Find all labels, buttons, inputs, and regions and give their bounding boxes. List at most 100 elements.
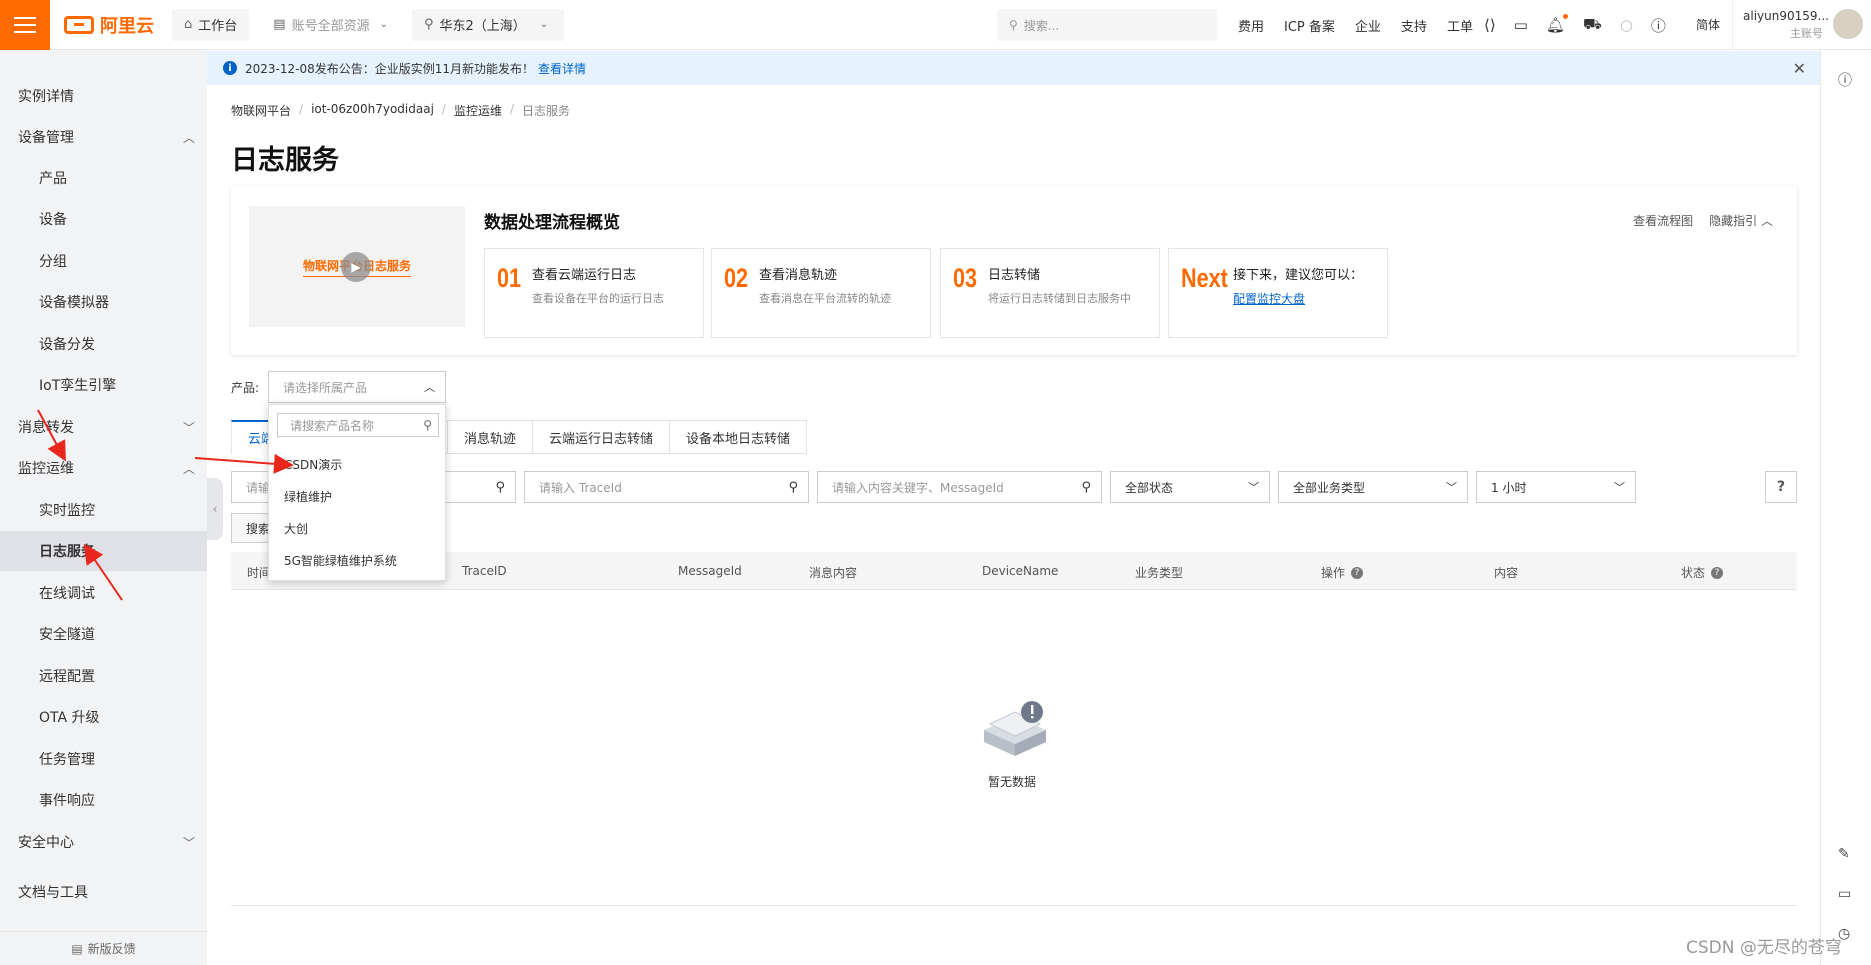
breadcrumb-item[interactable]: 物联网平台 <box>231 102 291 119</box>
code-icon[interactable]: ⟨⟩ <box>1484 16 1496 34</box>
bell-icon[interactable]: 🔔︎ <box>1546 14 1569 34</box>
sidebar-item-docs-tools[interactable]: 文档与工具 <box>0 872 207 912</box>
sidebar-item-device-distribution[interactable]: 设备分发 <box>0 324 207 364</box>
workbench-button[interactable]: ⌂ 工作台 <box>172 8 250 41</box>
play-icon[interactable]: ▶ <box>341 252 371 282</box>
sidebar-item-log-service[interactable]: 日志服务 <box>0 531 207 571</box>
terminal-icon[interactable]: ▭ <box>1514 16 1528 34</box>
chevron-down-icon: ﹀ <box>1614 481 1625 494</box>
page-title: 日志服务 <box>231 145 339 176</box>
chevron-up-icon: ︿ <box>182 130 195 145</box>
chat-icon[interactable]: ▭ <box>1838 886 1851 902</box>
top-link-cost[interactable]: 费用 <box>1238 16 1264 35</box>
sidebar-item-secure-tunnel[interactable]: 安全隧道 <box>0 614 207 654</box>
next-step-card: Next 接下来，建议您可以： 配置监控大盘 <box>1168 248 1388 338</box>
content-keyword-input[interactable]: 请输入内容关键字、MessageId ⚲ <box>817 471 1102 503</box>
sidebar: 实例详情 设备管理 ︿ 产品 设备 分组 设备模拟器 设备分发 IoT孪生引擎 消… <box>0 50 207 965</box>
hide-guide-link[interactable]: 隐藏指引 ︿ <box>1709 212 1773 229</box>
language-switch[interactable]: 简体 <box>1696 16 1720 33</box>
sidebar-item-iot-twin-engine[interactable]: IoT孪生引擎 <box>0 365 207 405</box>
search-icon: ⚲ <box>495 479 505 495</box>
aliyun-logo[interactable]: 阿里云 <box>64 12 154 38</box>
announcement-link[interactable]: 查看详情 <box>538 60 586 77</box>
home-icon: ⌂ <box>184 17 193 32</box>
sidebar-item-group[interactable]: 分组 <box>0 241 207 281</box>
help-icon[interactable]: ⓘ <box>1838 70 1852 90</box>
top-link-icp[interactable]: ICP 备案 <box>1284 16 1335 35</box>
empty-box-icon <box>984 701 1046 756</box>
tab-cloud-log-dump[interactable]: 云端运行日志转储 <box>533 420 671 454</box>
sidebar-item-remote-config[interactable]: 远程配置 <box>0 656 207 696</box>
time-range-select[interactable]: 1 小时 ﹀ <box>1476 471 1636 503</box>
region-select[interactable]: ⚲ 华东2（上海） ⌄ <box>411 8 565 41</box>
help-icon[interactable]: ⓘ <box>1651 15 1666 36</box>
sidebar-item-online-debug[interactable]: 在线调试 <box>0 573 207 613</box>
sidebar-item-instance-detail[interactable]: 实例详情 <box>0 76 207 116</box>
top-link-support[interactable]: 支持 <box>1401 16 1427 35</box>
question-icon[interactable]: ? <box>1351 566 1364 579</box>
column-header: MessageId <box>678 564 742 578</box>
feedback-button[interactable]: ▤ 新版反馈 <box>0 931 207 965</box>
view-flowchart-link[interactable]: 查看流程图 <box>1633 212 1693 229</box>
table-divider <box>231 905 1797 906</box>
sidebar-item-message-forwarding[interactable]: 消息转发 ﹀ <box>0 407 207 447</box>
lightbulb-icon[interactable]: ○ <box>1620 16 1633 34</box>
edit-icon[interactable]: ✎ <box>1838 846 1850 862</box>
column-header-operation: 操作? <box>1321 564 1364 581</box>
top-link-enterprise[interactable]: 企业 <box>1355 16 1381 35</box>
product-search-input[interactable]: 请搜索产品名称 ⚲ <box>277 413 439 437</box>
breadcrumb: 物联网平台 / iot-06z00h7yodidaaj / 监控运维 / 日志服务 <box>231 102 571 119</box>
step-card[interactable]: 01 查看云端运行日志 查看设备在平台的运行日志 <box>484 248 704 338</box>
column-header: TraceID <box>462 564 507 578</box>
top-icon-group: ⟨⟩ ▭ 🔔︎ ⛟ ○ ⓘ <box>1484 0 1666 50</box>
user-account-menu[interactable]: aliyun90159... 主账号 <box>1732 0 1871 50</box>
product-option[interactable]: CSDN演示 <box>284 456 342 473</box>
column-header: DeviceName <box>982 564 1059 578</box>
help-button[interactable]: ? <box>1765 471 1797 503</box>
right-tool-rail: ⓘ ✎ ▭ ◷ <box>1820 50 1871 965</box>
hamburger-menu-button[interactable] <box>0 0 50 50</box>
close-icon[interactable]: ✕ <box>1793 59 1806 78</box>
product-option[interactable]: 5G智能绿植维护系统 <box>284 552 397 569</box>
config-dashboard-link[interactable]: 配置监控大盘 <box>1233 290 1305 307</box>
tab-device-log-dump[interactable]: 设备本地日志转储 <box>670 420 808 454</box>
sidebar-item-device-simulator[interactable]: 设备模拟器 <box>0 282 207 322</box>
overview-title: 数据处理流程概览 <box>484 213 620 233</box>
overview-links: 查看流程图 隐藏指引 ︿ <box>1633 212 1773 229</box>
step-card[interactable]: 02 查看消息轨迹 查看消息在平台流转的轨迹 <box>711 248 931 338</box>
cart-icon[interactable]: ⛟ <box>1583 15 1602 35</box>
product-option[interactable]: 大创 <box>284 520 308 537</box>
sidebar-item-realtime-monitor[interactable]: 实时监控 <box>0 490 207 530</box>
location-pin-icon: ⚲ <box>423 17 434 32</box>
feedback-icon: ▤ <box>71 941 83 956</box>
step-card[interactable]: 03 日志转储 将运行日志转储到日志服务中 <box>940 248 1160 338</box>
product-option[interactable]: 绿植维护 <box>284 488 332 505</box>
question-icon[interactable]: ? <box>1711 566 1724 579</box>
business-type-select[interactable]: 全部业务类型 ﹀ <box>1278 471 1468 503</box>
column-header-status: 状态? <box>1681 564 1724 581</box>
sidebar-item-device[interactable]: 设备 <box>0 199 207 239</box>
tab-message-trace[interactable]: 消息轨迹 <box>448 420 534 454</box>
search-icon: ⚲ <box>1009 18 1018 32</box>
status-select[interactable]: 全部状态 ﹀ <box>1110 471 1270 503</box>
intro-video[interactable]: 物联网平台日志服务 ▶ <box>249 206 465 327</box>
list-icon: ▤ <box>273 17 286 32</box>
product-label: 产品: <box>231 381 260 395</box>
product-select[interactable]: 请选择所属产品 ︿ <box>268 371 446 403</box>
sidebar-item-security-center[interactable]: 安全中心 ﹀ <box>0 822 207 862</box>
sidebar-item-event-response[interactable]: 事件响应 <box>0 780 207 820</box>
sidebar-item-product[interactable]: 产品 <box>0 158 207 198</box>
breadcrumb-item[interactable]: 监控运维 <box>454 102 502 119</box>
global-search-input[interactable]: ⚲ 搜索... <box>997 9 1217 41</box>
account-scope-select[interactable]: ▤ 账号全部资源 ⌄ <box>261 8 400 41</box>
sidebar-item-monitoring-ops[interactable]: 监控运维 ︿ <box>0 448 207 488</box>
sidebar-item-device-management[interactable]: 设备管理 ︿ <box>0 117 207 157</box>
sidebar-item-ota-upgrade[interactable]: OTA 升级 <box>0 697 207 737</box>
top-link-ticket[interactable]: 工单 <box>1447 16 1473 35</box>
breadcrumb-current: 日志服务 <box>522 104 571 118</box>
process-overview-card: 物联网平台日志服务 ▶ 数据处理流程概览 查看流程图 隐藏指引 ︿ 01 查看云… <box>231 186 1797 355</box>
sidebar-collapse-handle[interactable]: ‹ <box>207 478 223 540</box>
traceid-input[interactable]: 请输入 TraceId ⚲ <box>524 471 809 503</box>
breadcrumb-item[interactable]: iot-06z00h7yodidaaj <box>311 102 434 119</box>
sidebar-item-task-management[interactable]: 任务管理 <box>0 739 207 779</box>
